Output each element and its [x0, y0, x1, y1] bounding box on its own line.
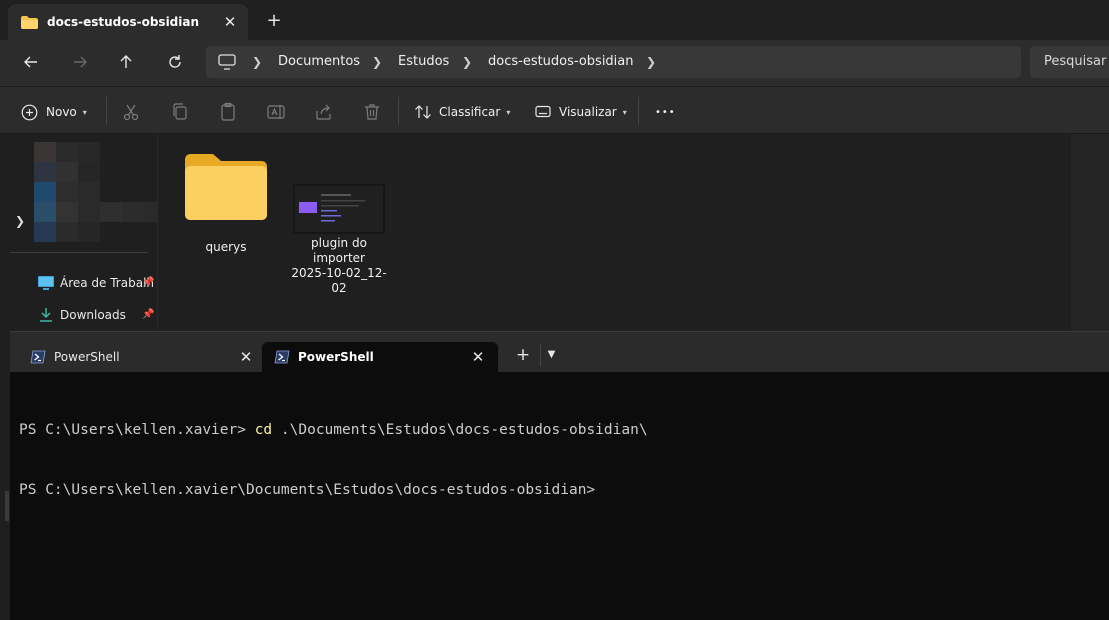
command-args: .\Documents\Estudos\docs-estudos-obsidia…	[272, 422, 648, 438]
arrow-right-icon	[74, 56, 87, 68]
plus-circle-icon	[21, 104, 38, 120]
cut-icon[interactable]	[121, 102, 141, 122]
view-label: Visualizar	[559, 105, 617, 119]
back-button[interactable]	[17, 50, 45, 74]
explorer-content: ❯ Área de Trabalh 📌 Downloads 📌 querys p…	[0, 134, 1109, 334]
chevron-right-icon: ❯	[372, 55, 383, 69]
desktop-screen: docs-estudos-obsidian ✕ + ❯ Documentos ❯…	[0, 0, 1109, 620]
item-name-line-1: plugin do	[311, 236, 367, 250]
refresh-button[interactable]	[161, 50, 189, 74]
view-icon	[535, 105, 551, 118]
close-icon[interactable]: ✕	[236, 347, 256, 367]
up-button[interactable]	[112, 50, 140, 74]
copy-icon[interactable]	[170, 102, 190, 122]
breadcrumb-documentos[interactable]: Documentos	[278, 54, 360, 69]
computer-icon	[218, 54, 236, 70]
new-terminal-tab-button[interactable]: +	[512, 344, 534, 366]
scrollbar[interactable]	[1071, 134, 1109, 334]
paste-icon[interactable]	[218, 102, 238, 122]
more-options-button[interactable]: •••	[655, 101, 676, 123]
address-bar[interactable]: ❯ Documentos ❯ Estudos ❯ docs-estudos-ob…	[206, 46, 1021, 78]
resize-grip[interactable]	[5, 491, 9, 521]
divider	[106, 97, 107, 125]
address-row: ❯ Documentos ❯ Estudos ❯ docs-estudos-ob…	[0, 40, 1109, 86]
folder-item-querys[interactable]: querys	[178, 150, 274, 255]
explorer-tab[interactable]: docs-estudos-obsidian ✕	[8, 4, 248, 40]
chevron-down-icon: ▾	[622, 107, 627, 117]
chevron-right-icon[interactable]: ❯	[646, 55, 656, 69]
terminal-window: PowerShell ✕ PowerShell ✕ + ▼ PS C:\User…	[10, 331, 1109, 620]
prompt: PS C:\Users\kellen.xavier\Documents\Estu…	[19, 482, 596, 498]
navigation-pane: ❯ Área de Trabalh 📌 Downloads 📌	[0, 134, 158, 334]
share-icon[interactable]	[314, 102, 334, 122]
chevron-down-icon[interactable]: ▼	[540, 344, 562, 366]
terminal-tab-strip: PowerShell ✕ PowerShell ✕ + ▼	[10, 332, 1109, 372]
chevron-down-icon: ▾	[82, 107, 87, 117]
breadcrumb-estudos[interactable]: Estudos	[398, 54, 449, 69]
explorer-tab-title: docs-estudos-obsidian	[47, 15, 200, 29]
new-button[interactable]: Novo ▾	[21, 101, 87, 123]
divider	[10, 252, 148, 253]
arrow-left-icon	[24, 56, 37, 68]
new-tab-button[interactable]: +	[262, 10, 286, 34]
pin-icon: 📌	[142, 277, 155, 288]
terminal-tab-label: PowerShell	[298, 350, 374, 364]
refresh-icon	[169, 55, 181, 68]
divider	[398, 97, 399, 125]
quick-access-label: Área de Trabalh	[60, 276, 155, 290]
prompt: PS C:\Users\kellen.xavier>	[19, 422, 255, 438]
window-edge	[0, 331, 10, 620]
quick-access-downloads[interactable]: Downloads	[38, 305, 126, 325]
explorer-title-bar: docs-estudos-obsidian ✕ +	[0, 0, 1109, 40]
breadcrumb-docs-estudos-obsidian[interactable]: docs-estudos-obsidian	[488, 54, 634, 69]
new-label: Novo	[46, 105, 77, 119]
sort-icon	[415, 105, 431, 119]
chevron-right-icon[interactable]: ❯	[15, 214, 25, 228]
chevron-right-icon: ❯	[252, 55, 263, 69]
rename-icon[interactable]	[266, 102, 286, 122]
close-tab-button[interactable]: ✕	[220, 12, 240, 32]
search-box[interactable]: Pesquisar	[1030, 46, 1109, 78]
divider	[638, 97, 639, 125]
item-name-line-2: importer	[313, 251, 365, 265]
terminal-tab-2[interactable]: PowerShell ✕	[262, 342, 498, 372]
powershell-icon	[30, 350, 46, 364]
image-item-plugin-do-importer[interactable]: plugin do importer 2025-10-02_12-02	[286, 184, 392, 296]
terminal-line: PS C:\Users\kellen.xavier\Documents\Estu…	[19, 480, 648, 500]
quick-access-desktop[interactable]: Área de Trabalh	[38, 273, 154, 293]
forward-button[interactable]	[66, 50, 94, 74]
delete-icon[interactable]	[362, 102, 382, 122]
item-name-line-3: 2025-10-02_12-02	[291, 266, 387, 295]
view-button[interactable]: Visualizar ▾	[535, 101, 627, 123]
folder-icon	[185, 154, 267, 220]
download-icon	[40, 308, 52, 322]
image-thumbnail	[293, 184, 385, 234]
terminal-line: PS C:\Users\kellen.xavier> cd .\Document…	[19, 420, 648, 440]
command: cd	[254, 422, 273, 438]
sort-label: Classificar	[439, 105, 501, 119]
terminal-output[interactable]: PS C:\Users\kellen.xavier> cd .\Document…	[19, 380, 648, 540]
terminal-tab-label: PowerShell	[54, 350, 120, 364]
chevron-right-icon: ❯	[462, 55, 473, 69]
folder-icon	[21, 16, 38, 29]
close-icon[interactable]: ✕	[468, 347, 488, 367]
blurred-region	[34, 142, 158, 244]
terminal-tab-1[interactable]: PowerShell ✕	[18, 342, 258, 372]
sort-button[interactable]: Classificar ▾	[414, 101, 510, 123]
desktop-icon	[38, 276, 54, 290]
powershell-icon	[274, 350, 290, 364]
command-bar: Novo ▾ Classificar ▾ Visualizar ▾ •••	[0, 86, 1109, 134]
search-placeholder: Pesquisar	[1044, 54, 1107, 69]
item-name: querys	[205, 240, 247, 254]
quick-access-label: Downloads	[60, 308, 126, 322]
chevron-down-icon: ▾	[506, 107, 511, 117]
arrow-up-icon	[120, 55, 132, 68]
pin-icon: 📌	[142, 309, 155, 320]
